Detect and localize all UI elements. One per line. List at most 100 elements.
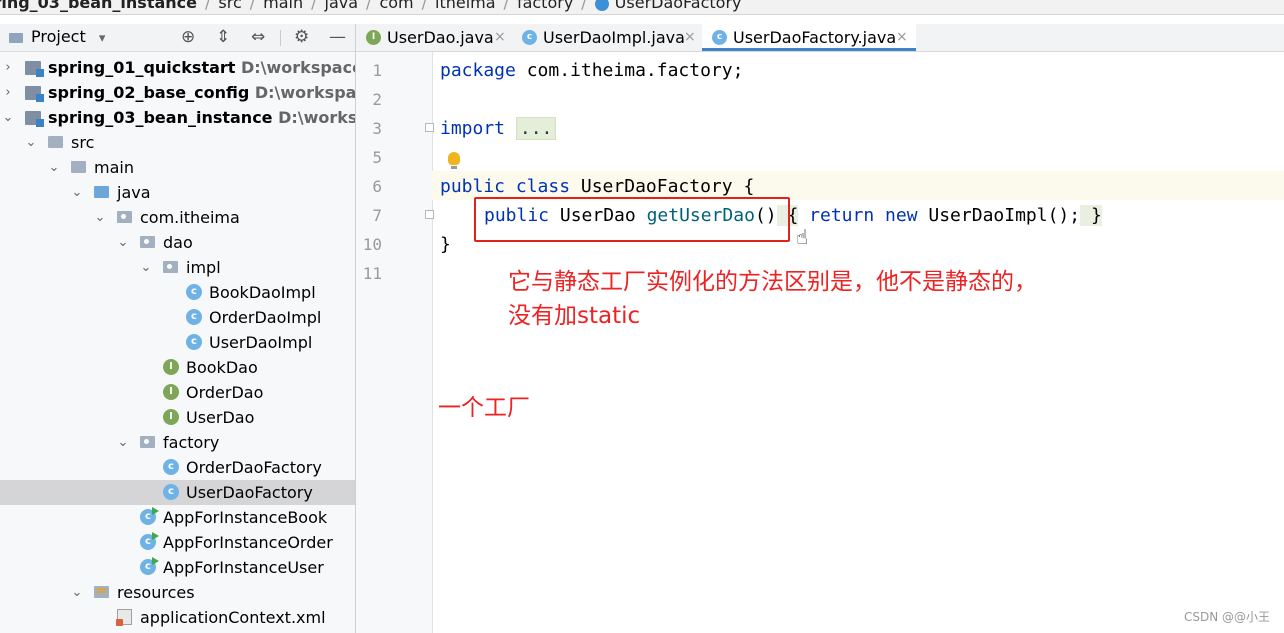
breadcrumb-item[interactable]: java [325,0,359,13]
breadcrumb-separator: / [249,0,256,12]
chevron-right-icon[interactable]: › [2,80,14,105]
tree-item[interactable]: ⌄ spring_03_bean_instance D:\workspace\sp… [0,105,355,130]
breadcrumb-item[interactable]: pring_03_bean_instance [0,0,197,13]
tree-item-label: OrderDaoFactory [186,458,322,477]
tree-item[interactable]: c UserDaoFactory [0,480,355,505]
class-icon: c [186,284,202,300]
highlight-box [474,197,790,242]
tab-userdao-java[interactable]: I UserDao.java × [356,24,510,51]
tree-item[interactable]: c AppForInstanceUser [0,555,355,580]
tree-item[interactable]: ⌄ factory [0,430,355,455]
tree-item[interactable]: ⌄ resources [0,580,355,605]
tree-item[interactable]: c AppForInstanceOrder [0,530,355,555]
tree-item[interactable]: › spring_02_base_config D:\workspace\spri… [0,80,355,105]
line-number: 10 [362,235,382,254]
tree-item-label: spring_02_base_config [48,83,250,102]
runnable-class-icon: c [140,507,159,525]
chevron-down-icon[interactable]: ⌄ [71,580,83,605]
tree-item-label: java [117,183,151,202]
gear-icon[interactable]: ⚙ [294,27,309,47]
tree-item-label: dao [163,233,193,252]
close-icon[interactable]: × [494,24,506,51]
folded-brace[interactable]: } [1080,205,1102,226]
breadcrumb-item[interactable]: main [263,0,303,13]
lightbulb-icon[interactable] [448,152,460,169]
breadcrumb-separator: / [205,0,211,12]
interface-icon: I [163,359,179,375]
project-view-selector[interactable]: Project ▾ [31,27,105,49]
module-icon [25,86,44,102]
chevron-down-icon[interactable]: ⌄ [25,130,37,155]
tree-item-text: UserDaoFactory [186,480,313,505]
code-line-3: import ... [440,114,557,143]
chevron-right-icon[interactable]: › [2,55,14,80]
chevron-down-icon[interactable]: ⌄ [117,230,129,255]
code-text: UserDaoImpl(); [917,205,1081,226]
folded-imports[interactable]: ... [515,117,557,140]
tab-userdaofactory-java[interactable]: c UserDaoFactory.java × [702,24,916,51]
xml-file-icon [116,609,132,626]
breadcrumb-separator: / [421,0,427,12]
chevron-down-icon: ▾ [98,31,106,46]
tree-item[interactable]: c BookDaoImpl [0,280,355,305]
expand-all-icon[interactable]: ⇕ [216,27,230,47]
close-icon[interactable]: × [896,24,908,51]
keyword: return new [798,205,918,226]
tree-item[interactable]: I BookDao [0,355,355,380]
close-icon[interactable]: × [684,24,696,51]
tree-item-label: UserDaoImpl [209,333,313,352]
code-text: } [440,234,451,255]
tree-item-text: java [117,180,151,205]
tree-item[interactable]: › spring_01_quickstart D:\workspace\sprin… [0,55,355,80]
tree-item-text: spring_01_quickstart D:\workspace\spring… [48,55,355,80]
tree-item[interactable]: c OrderDaoFactory [0,455,355,480]
minimize-icon[interactable]: — [329,27,346,47]
project-tool-window: Project ▾ ⊕ ⇕ ⇔ ⚙ — › spring_01_quickstar… [0,24,356,633]
tree-item-label: AppForInstanceOrder [163,533,333,552]
tree-item[interactable]: ⌄ dao [0,230,355,255]
breadcrumb-item[interactable]: factory [517,0,573,13]
tab-userdaoimpl-java[interactable]: c UserDaoImpl.java × [512,24,702,51]
tree-item[interactable]: c OrderDaoImpl [0,305,355,330]
editor-tab-bar: I UserDao.java × c UserDaoImpl.java × c … [356,24,1284,52]
tree-item[interactable]: c UserDaoImpl [0,330,355,355]
tree-item[interactable]: applicationContext.xml [0,605,355,630]
tree-item[interactable]: I OrderDao [0,380,355,405]
tree-item[interactable]: ⌄ src [0,130,355,155]
breadcrumb-item[interactable]: src [218,0,241,13]
tree-item[interactable]: ⌄ impl [0,255,355,280]
breadcrumb-item[interactable]: UserDaoFactory [615,0,742,13]
chevron-down-icon[interactable]: ⌄ [94,205,106,230]
tree-item[interactable]: I UserDao [0,405,355,430]
code-editor[interactable]: package com.itheima.factory; import ... … [432,52,1284,633]
tree-item[interactable]: ⌄ main [0,155,355,180]
chevron-down-icon[interactable]: ⌄ [140,255,152,280]
tree-item-label: resources [117,583,195,602]
tab-label: UserDao.java [387,28,494,47]
breadcrumb-item[interactable]: itheima [435,0,496,13]
source-folder-icon [94,186,109,198]
class-icon: c [163,484,179,500]
tree-item[interactable]: ⌄ java [0,180,355,205]
folder-icon [48,136,63,148]
interface-icon: I [163,409,179,425]
chevron-down-icon[interactable]: ⌄ [2,105,14,130]
hand-cursor-icon: ☝ [796,225,809,249]
tree-item-label: BookDaoImpl [209,283,316,302]
resources-folder-icon [94,586,109,598]
target-icon[interactable]: ⊕ [181,27,195,47]
tree-item-text: AppForInstanceOrder [163,530,333,555]
tree-item[interactable]: c AppForInstanceBook [0,505,355,530]
breadcrumb-item[interactable]: com [379,0,413,13]
line-number: 7 [372,206,382,225]
breadcrumb-separator: / [366,0,372,12]
chevron-down-icon[interactable]: ⌄ [117,430,129,455]
tree-item[interactable]: ⌄ com.itheima [0,205,355,230]
chevron-down-icon[interactable]: ⌄ [48,155,60,180]
collapse-all-icon[interactable]: ⇔ [251,27,265,47]
line-number: 2 [372,90,382,109]
module-path: D:\workspace\spring\spring_01_quickstart [240,58,355,77]
tree-item-label: UserDaoFactory [186,483,313,502]
keyword: import [440,118,506,139]
chevron-down-icon[interactable]: ⌄ [71,180,83,205]
